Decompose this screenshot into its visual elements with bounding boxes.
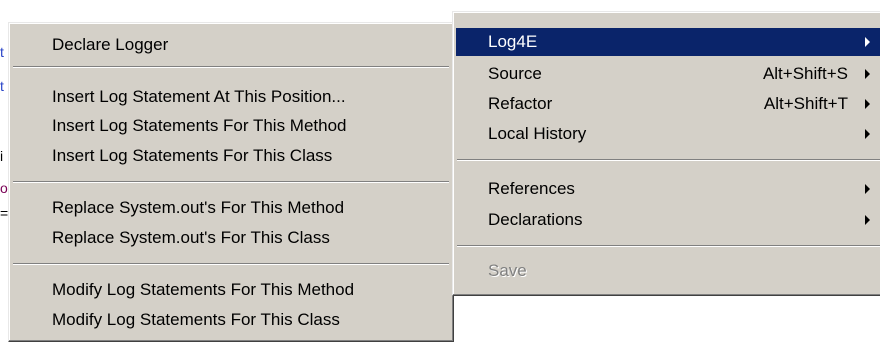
menu-item-modify-log-statements-method[interactable]: Modify Log Statements For This Method <box>12 276 450 304</box>
menu-item-refactor[interactable]: Refactor Alt+Shift+T <box>456 90 880 118</box>
menu-item-local-history[interactable]: Local History <box>456 120 880 148</box>
menu-item-label: Modify Log Statements For This Method <box>52 280 355 299</box>
menu-item-label: Refactor <box>488 94 553 113</box>
submenu-arrow-icon <box>865 99 870 109</box>
submenu-arrow-icon <box>865 184 870 194</box>
menu-item-label: Insert Log Statements For This Method <box>52 116 347 135</box>
menu-item-label: Insert Log Statement At This Position... <box>52 87 346 106</box>
menu-separator <box>13 66 449 68</box>
menu-item-label: Declare Logger <box>52 35 169 54</box>
menu-item-label: Save <box>488 261 527 280</box>
menu-separator <box>457 245 880 247</box>
menu-item-label: Local History <box>488 124 587 143</box>
menu-item-save: Save <box>456 257 880 285</box>
menu-item-declarations[interactable]: Declarations <box>456 206 880 234</box>
menu-item-references[interactable]: References <box>456 175 880 203</box>
menu-item-declare-logger[interactable]: Declare Logger <box>12 31 450 59</box>
menu-item-label: References <box>488 179 575 198</box>
menu-item-source[interactable]: Source Alt+Shift+S <box>456 60 880 88</box>
menu-item-label: Log4E <box>488 32 538 51</box>
submenu-arrow-icon <box>865 129 870 139</box>
menu-item-replace-system-out-class[interactable]: Replace System.out's For This Class <box>12 224 450 252</box>
menu-item-log4e[interactable]: Log4E <box>456 28 880 56</box>
menu-item-replace-system-out-method[interactable]: Replace System.out's For This Method <box>12 194 450 222</box>
submenu-arrow-icon <box>865 37 870 47</box>
menu-item-label: Replace System.out's For This Class <box>52 228 330 247</box>
context-menu: Log4E Source Alt+Shift+S Refactor Alt+Sh… <box>452 11 880 296</box>
menu-separator <box>13 181 449 183</box>
menu-item-shortcut: Alt+Shift+T <box>763 94 848 113</box>
submenu-arrow-icon <box>865 69 870 79</box>
menu-separator <box>457 159 880 161</box>
log4e-submenu: Declare Logger Insert Log Statement At T… <box>8 22 454 342</box>
menu-separator <box>13 263 449 265</box>
menu-item-insert-log-statement-at-position[interactable]: Insert Log Statement At This Position... <box>12 83 450 111</box>
menu-item-shortcut: Alt+Shift+S <box>762 64 848 83</box>
menu-item-insert-log-statements-method[interactable]: Insert Log Statements For This Method <box>12 112 450 140</box>
menu-item-label: Modify Log Statements For This Class <box>52 310 340 329</box>
menu-item-label: Source <box>488 64 542 83</box>
menu-item-label: Insert Log Statements For This Class <box>52 146 333 165</box>
submenu-arrow-icon <box>865 215 870 225</box>
menu-item-modify-log-statements-class[interactable]: Modify Log Statements For This Class <box>12 306 450 334</box>
menu-item-insert-log-statements-class[interactable]: Insert Log Statements For This Class <box>12 142 450 170</box>
menu-item-label: Declarations <box>488 210 583 229</box>
menu-item-label: Replace System.out's For This Method <box>52 198 345 217</box>
